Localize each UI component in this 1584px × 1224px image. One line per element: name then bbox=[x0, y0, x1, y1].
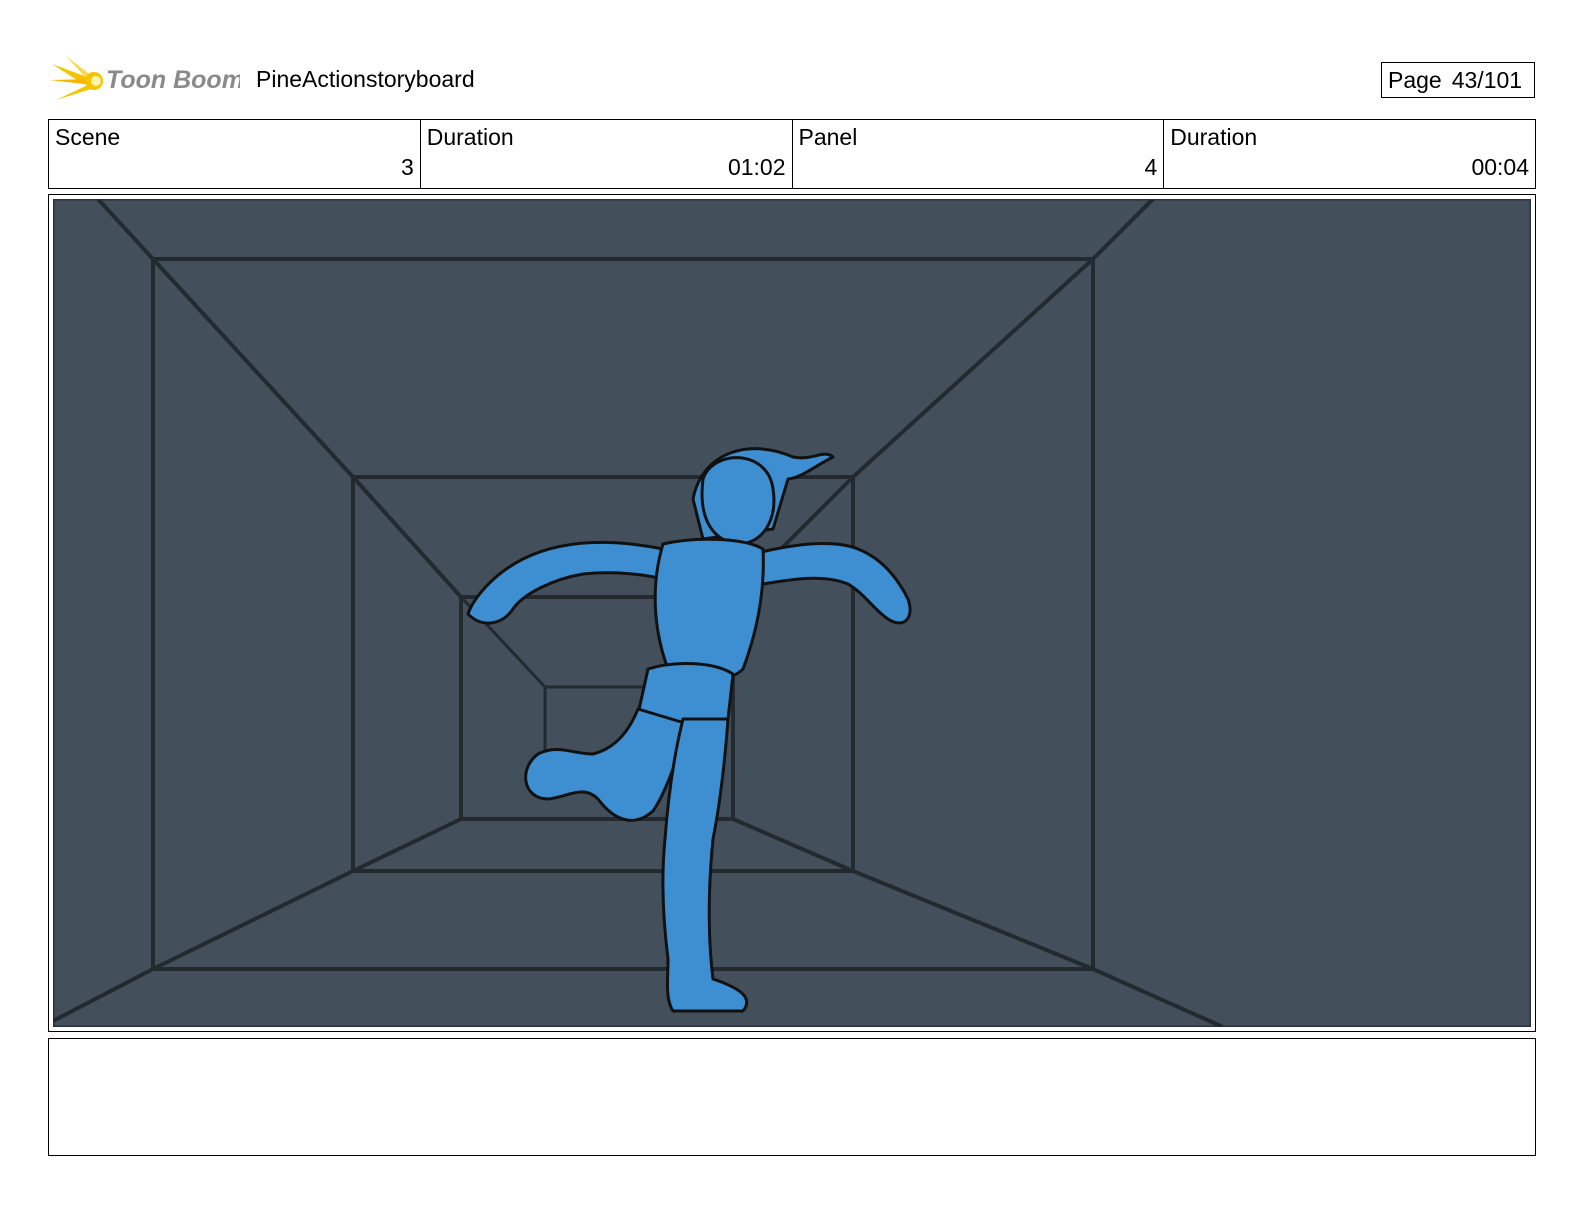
panel-value: 4 bbox=[1144, 154, 1158, 180]
panel-cell: Panel 4 bbox=[793, 120, 1165, 188]
scene-cell: Scene 3 bbox=[49, 120, 421, 188]
storyboard-panel bbox=[48, 194, 1536, 1032]
toon-boom-logo: Toon Boom bbox=[50, 52, 244, 108]
scene-duration-label: Duration bbox=[426, 124, 514, 150]
panel-duration-cell: Duration 00:04 bbox=[1164, 120, 1535, 188]
panel-drawing bbox=[53, 199, 1531, 1027]
scene-label: Scene bbox=[55, 124, 121, 150]
page-label: Page bbox=[1388, 66, 1442, 93]
panel-label: Panel bbox=[798, 124, 858, 150]
starburst-icon bbox=[50, 56, 103, 100]
page-number: 43/101 bbox=[1451, 66, 1523, 93]
project-title: PineActionstoryboard bbox=[256, 66, 475, 92]
panel-duration-value: 00:04 bbox=[1471, 154, 1529, 180]
info-table: Scene 3 Duration 01:02 Panel 4 Duration … bbox=[48, 119, 1536, 189]
scene-value: 3 bbox=[400, 154, 414, 180]
page-indicator: Page 43/101 bbox=[1381, 62, 1535, 98]
panel-notes bbox=[48, 1038, 1536, 1156]
scene-duration-cell: Duration 01:02 bbox=[421, 120, 793, 188]
logo-text: Toon Boom bbox=[106, 66, 240, 94]
panel-duration-label: Duration bbox=[1170, 124, 1258, 150]
scene-duration-value: 01:02 bbox=[727, 154, 786, 180]
